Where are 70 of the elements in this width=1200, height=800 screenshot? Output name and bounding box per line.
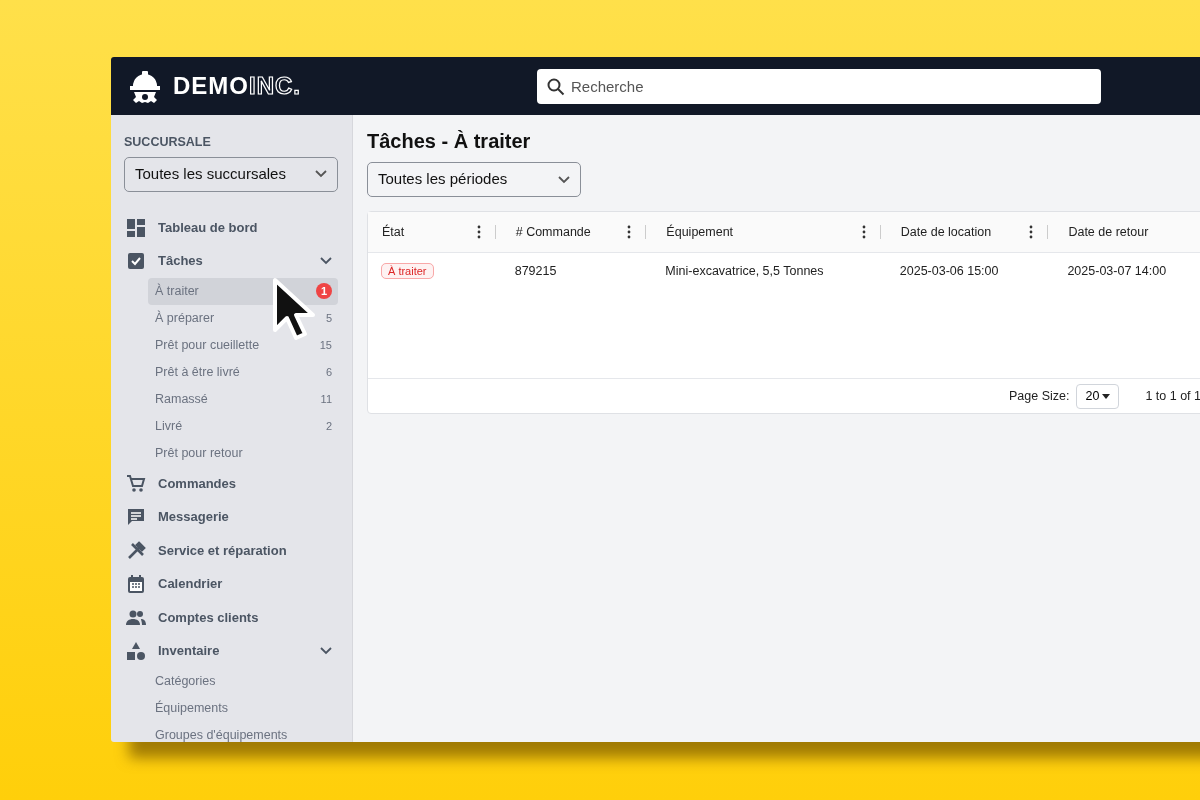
nav-subitem[interactable]: Groupes d'équipements xyxy=(148,721,338,742)
nav-item[interactable]: Calendrier xyxy=(124,567,338,601)
nav-item[interactable]: Service et réparation xyxy=(124,533,338,568)
table-cell-text: 879215 xyxy=(513,262,558,280)
nav-subitem[interactable]: Prêt à être livré 6 xyxy=(148,358,338,386)
dashboard-grid-icon xyxy=(126,217,146,238)
table-cell-text: Mini-excavatrice, 5,5 Tonnes xyxy=(664,262,825,280)
chevron-down-icon[interactable] xyxy=(320,647,332,655)
nav-subitem-label: Prêt pour cueillette xyxy=(155,336,260,354)
branch-label: SUCCURSALE xyxy=(124,134,212,151)
nav-subitem[interactable]: Prêt pour cueillette 15 xyxy=(148,331,338,359)
cart-icon xyxy=(126,473,146,494)
kebab-menu-icon[interactable] xyxy=(1029,225,1034,239)
branch-select[interactable]: Toutes les succursales xyxy=(124,156,338,192)
count-label: 11 xyxy=(320,392,332,407)
kebab-menu-icon[interactable] xyxy=(861,225,866,239)
count-label: 2 xyxy=(325,419,332,434)
status-badge: À traiter xyxy=(381,262,434,279)
search-icon xyxy=(547,77,565,96)
chevron-down-icon xyxy=(558,175,570,184)
nav-group-label[interactable]: Inventaire xyxy=(158,641,308,661)
column-header[interactable]: Date de location xyxy=(900,222,1030,242)
tools-icon xyxy=(126,540,146,561)
nav-subitem-label: Livré xyxy=(155,417,183,435)
count-label: 6 xyxy=(325,365,332,380)
nav-subitem[interactable]: Livré 2 xyxy=(148,412,338,440)
page-size-label: Page Size: xyxy=(1009,387,1070,405)
nav-subitem[interactable]: Catégories xyxy=(148,667,338,695)
shapes-icon xyxy=(126,641,146,661)
nav-subitem[interactable]: À préparer 5 xyxy=(148,304,338,332)
chevron-down-icon[interactable] xyxy=(320,257,332,265)
table-cell-text: 2025-03-06 15:00 xyxy=(898,262,1000,280)
kebab-menu-icon[interactable] xyxy=(476,225,481,239)
nav-item[interactable]: Tableau de bord xyxy=(124,210,338,245)
checkbox-icon xyxy=(126,251,146,271)
nav-subitem-label: À traiter xyxy=(155,282,199,300)
caret-down-icon xyxy=(1102,393,1111,399)
nav-group-label[interactable]: Tâches xyxy=(158,251,308,271)
kebab-menu-icon[interactable] xyxy=(627,225,632,239)
nav-subitem[interactable]: À traiter 1 xyxy=(148,277,338,305)
pagination-range: 1 to 1 of 1 xyxy=(1145,387,1200,405)
nav-subitem-label: À préparer xyxy=(155,309,215,327)
nav-item[interactable]: Commandes xyxy=(124,466,338,501)
nav-subitem-label: Groupes d'équipements xyxy=(155,726,288,742)
nav-item[interactable]: Comptes clients xyxy=(124,600,338,635)
count-badge: 1 xyxy=(316,283,332,300)
table-cell-text: 2025-03-07 14:00 xyxy=(1066,262,1168,280)
calendar-icon xyxy=(126,574,146,594)
column-header[interactable]: Date de retour xyxy=(1068,222,1200,242)
column-header[interactable]: # Commande xyxy=(515,222,628,242)
period-select[interactable]: Toutes les périodes xyxy=(367,162,581,197)
search-field[interactable]: Recherche xyxy=(537,68,1101,104)
column-header[interactable]: État xyxy=(382,222,477,242)
page-title: Tâches - À traiter xyxy=(367,129,532,153)
page-size-select[interactable]: 20 xyxy=(1076,383,1120,409)
nav-subitem-label: Équipements xyxy=(155,699,228,717)
nav-subitem-label: Prêt à être livré xyxy=(155,363,240,381)
chevron-down-icon xyxy=(315,170,327,179)
brand-logo-text: DEMOINC. xyxy=(173,71,301,101)
nav-subitem-label: Prêt pour retour xyxy=(155,444,243,462)
nav-subitem[interactable]: Équipements xyxy=(148,694,338,722)
nav-subitem-label: Catégories xyxy=(155,672,216,690)
count-label: 5 xyxy=(325,311,332,326)
nav-subitem[interactable]: Ramassé 11 xyxy=(148,385,338,413)
message-icon xyxy=(126,507,146,527)
nav-subitem-label: Ramassé xyxy=(155,390,208,408)
nav-item[interactable]: Messagerie xyxy=(124,500,338,534)
column-header[interactable]: Équipement xyxy=(666,222,862,242)
nav-subitem[interactable]: Prêt pour retour xyxy=(148,439,338,467)
count-label: 15 xyxy=(319,338,332,353)
